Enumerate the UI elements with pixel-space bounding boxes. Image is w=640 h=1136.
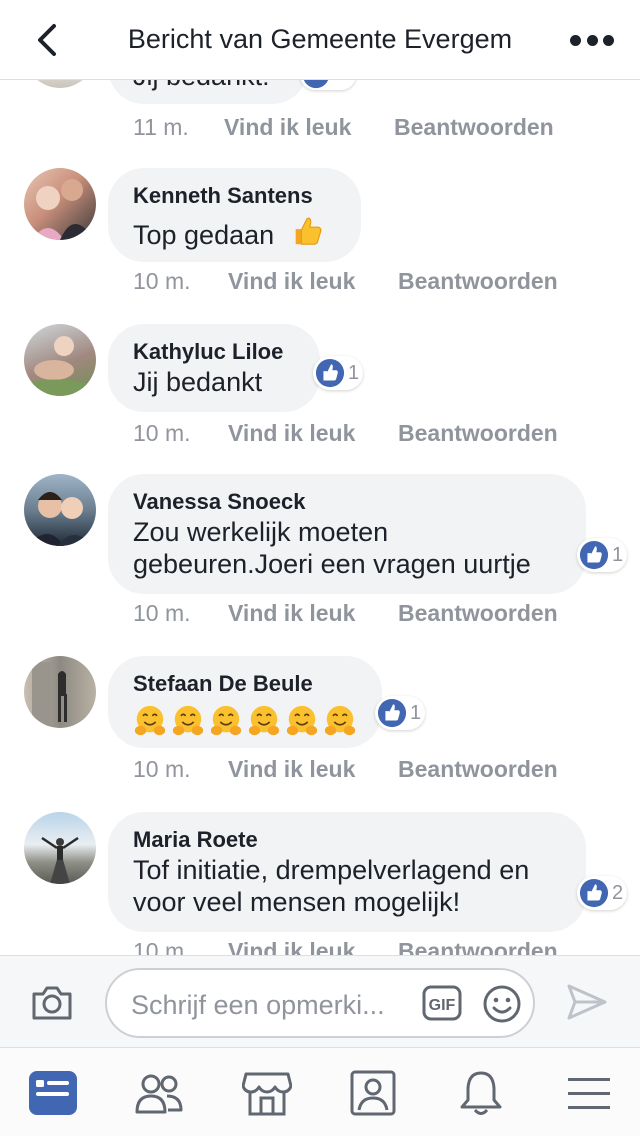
comment-bubble[interactable]: Maria Roete Tof initiatie, drempelverlag… [108, 812, 586, 932]
comment-time: 10 m. [133, 420, 191, 446]
comment-composer: Schrijf een opmerki... GIF [0, 955, 640, 1047]
comment-meta: 10 m. Vind ik leuk Beantwoorden [133, 756, 558, 783]
thumbs-up-emoji-icon [290, 214, 324, 255]
gif-label: GIF [429, 997, 456, 1014]
reply-link[interactable]: Beantwoorden [398, 756, 558, 783]
like-reaction-badge[interactable]: 2 [577, 876, 628, 910]
page-title: Bericht van Gemeente Evergem [127, 24, 513, 54]
like-link[interactable]: Vind ik leuk [228, 756, 398, 783]
comment-time: 10 m. [133, 600, 191, 626]
comment-text: Top gedaan [133, 214, 335, 255]
comment-bubble[interactable]: Vanessa Snoeck Zou werkelijk moeten gebe… [108, 474, 586, 594]
reaction-count: 1 [612, 543, 624, 566]
reply-link[interactable]: Beantwoorden [398, 268, 558, 295]
gif-button[interactable]: GIF [422, 985, 462, 1021]
thumbs-up-icon [579, 540, 609, 570]
comment-text: Jij bedankt [133, 367, 263, 397]
comment-time: 10 m. [133, 756, 191, 782]
friends-icon[interactable] [134, 1068, 184, 1118]
comment-bubble[interactable]: Kathyluc Liloe Jij bedankt [108, 324, 320, 412]
reaction-count: 1 [410, 701, 422, 724]
comment-bubble[interactable]: Kenneth Santens Top gedaan [108, 168, 361, 262]
comment-text-value: Top gedaan [133, 220, 275, 250]
like-reaction-badge[interactable] [300, 80, 356, 90]
hugging-face-emoji-icon [285, 704, 319, 743]
reply-link[interactable]: Beantwoorden [394, 114, 554, 141]
comment-meta: 11 m. Vind ik leuk Beantwoorden [133, 114, 554, 141]
like-link[interactable]: Vind ik leuk [228, 938, 398, 955]
avatar[interactable] [24, 168, 96, 240]
like-link[interactable]: Vind ik leuk [228, 600, 398, 627]
comment-author[interactable]: Maria Roete [133, 826, 560, 854]
comment-author[interactable]: Vanessa Snoeck [133, 488, 560, 516]
notifications-icon[interactable] [456, 1068, 506, 1118]
like-reaction-badge[interactable]: 1 [313, 356, 364, 390]
thumbs-up-icon [579, 878, 609, 908]
reply-link[interactable]: Beantwoorden [398, 420, 558, 447]
smiley-icon[interactable] [482, 984, 522, 1024]
marketplace-icon[interactable] [241, 1068, 293, 1118]
menu-icon[interactable] [564, 1068, 614, 1118]
comment-author[interactable]: Kathyluc Liloe [133, 338, 294, 366]
avatar[interactable] [24, 324, 96, 396]
hugging-face-emoji-icon [323, 704, 357, 743]
comment-meta: 10 m. Vind ik leuk Beantwoorden [133, 600, 558, 627]
news-feed-icon[interactable] [28, 1068, 78, 1118]
comment-text-line: gebeuren.Joeri een vragen uurtje [133, 549, 531, 579]
thumbs-up-icon [303, 80, 329, 89]
hugging-face-emoji-icon [133, 704, 167, 743]
comment-meta: 10 m. Vind ik leuk Beantwoorden [133, 420, 558, 447]
reaction-count: 1 [348, 361, 360, 384]
comment-time: 10 m. [133, 268, 191, 294]
like-link[interactable]: Vind ik leuk [228, 268, 398, 295]
reply-link[interactable]: Beantwoorden [398, 938, 558, 955]
avatar[interactable] [24, 474, 96, 546]
comment-text-line: Zou werkelijk moeten [133, 517, 389, 547]
hugging-face-emoji-icon [247, 704, 281, 743]
emoji-row [133, 704, 356, 743]
like-reaction-badge[interactable]: 1 [375, 696, 426, 730]
reaction-count: 2 [612, 881, 624, 904]
reply-link[interactable]: Beantwoorden [398, 600, 558, 627]
thumbs-up-icon [377, 698, 407, 728]
like-link[interactable]: Vind ik leuk [228, 420, 398, 447]
profile-icon[interactable] [348, 1068, 398, 1118]
comment-input-placeholder: Schrijf een opmerki... [131, 990, 385, 1020]
hugging-face-emoji-icon [171, 704, 205, 743]
top-bar: Bericht van Gemeente Evergem [0, 0, 640, 80]
comment-input[interactable]: Schrijf een opmerki... GIF [105, 968, 535, 1038]
comment-time: 11 m. [133, 114, 189, 140]
thumbs-up-icon [315, 358, 345, 388]
avatar[interactable] [24, 812, 96, 884]
hugging-face-emoji-icon [209, 704, 243, 743]
more-options-icon[interactable] [570, 30, 614, 50]
comment-time: 10 m. [133, 938, 191, 955]
like-link[interactable]: Vind ik leuk [224, 114, 394, 141]
avatar[interactable] [24, 80, 96, 88]
comment-bubble[interactable]: Jij bedankt! [108, 80, 308, 104]
send-icon[interactable] [565, 982, 609, 1022]
comment-author[interactable]: Kenneth Santens [133, 182, 335, 210]
comment-bubble[interactable]: Stefaan De Beule [108, 656, 382, 748]
comment-text-line: voor veel mensen mogelijk! [133, 887, 461, 917]
bottom-tab-bar [0, 1047, 640, 1136]
comment-text-line: Tof initiatie, drempelverlagend en [133, 855, 530, 885]
comment-author[interactable]: Stefaan De Beule [133, 670, 356, 698]
like-reaction-badge[interactable]: 1 [577, 538, 628, 572]
comments-list[interactable]: Jij bedankt! 11 m.Vind ik leukBeantwoord… [0, 80, 640, 955]
avatar[interactable] [24, 656, 96, 728]
comment-text: Jij bedankt! [133, 80, 270, 92]
comment-meta: 10 m. Vind ik leuk Beantwoorden [133, 938, 558, 955]
camera-icon[interactable] [30, 982, 74, 1022]
comment-meta: 10 m. Vind ik leuk Beantwoorden [133, 268, 558, 295]
